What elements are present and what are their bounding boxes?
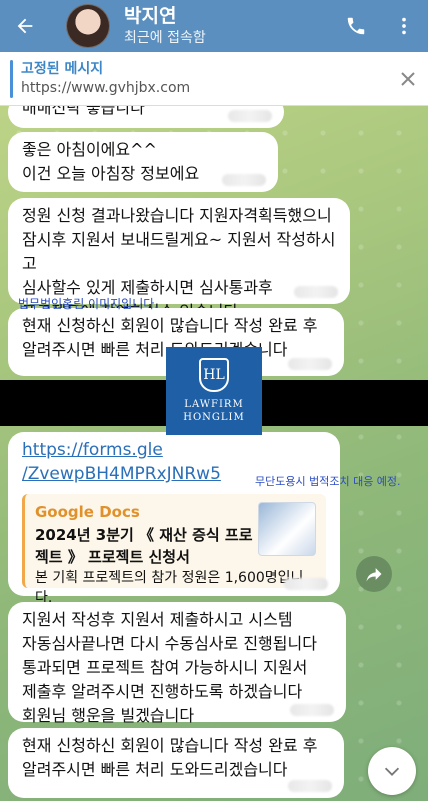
message-time <box>294 286 338 298</box>
contact-status: 최근에 접속함 <box>124 30 206 46</box>
message-time <box>288 358 332 370</box>
link-preview-title: 2024년 3분기 《 재산 증식 프로젝트 》 프로젝트 신청서 <box>35 526 253 566</box>
contact-name: 박지연 <box>124 5 177 27</box>
message-bubble[interactable]: 정원 신청 결과나왔습니다 지원자격획득했으니 잠시후 지원서 보내드릴게요~ … <box>8 198 350 321</box>
more-options-button[interactable] <box>380 0 428 52</box>
more-vert-icon <box>402 17 406 35</box>
lawfirm-line-1: LAWFIRM <box>184 399 244 410</box>
lawfirm-logo: HL LAWFIRM HONGLIM <box>166 347 262 435</box>
share-button[interactable] <box>356 556 392 592</box>
pinned-content: 고정된 메시지 https://www.gvhjbx.com <box>21 60 388 98</box>
chevron-down-icon <box>384 767 400 776</box>
close-icon <box>401 71 415 86</box>
watermark-text: 법무법인홍림 이미지입니다. <box>18 297 159 311</box>
pinned-accent-bar <box>10 59 13 98</box>
pinned-title: 고정된 메시지 <box>21 60 104 77</box>
lawfirm-line-2: HONGLIM <box>183 412 245 423</box>
message-time <box>284 578 328 590</box>
link-preview-thumbnail <box>258 502 316 556</box>
pinned-message[interactable]: 고정된 메시지 https://www.gvhjbx.com <box>0 52 428 106</box>
lawfirm-emblem: HL <box>199 358 229 392</box>
message-bubble[interactable]: 좋은 아침이에요^^ 이건 오늘 아침장 정보에요 <box>8 132 278 192</box>
message-bubble[interactable]: 현재 신청하신 회원이 많습니다 작성 완료 후 알려주시면 빠른 처리 도와드… <box>8 728 344 798</box>
message-text: 현재 신청하신 회원이 많습니다 작성 완료 후 알려주시면 빠른 처리 도와드… <box>22 736 318 779</box>
link-message-bubble[interactable]: https://forms.gle /ZvewpBH4MPRxJNRw5 Goo… <box>8 432 340 606</box>
watermark-text: 무단도용시 법적조치 대응 예정. <box>255 475 401 488</box>
chat-header: 박지연 최근에 접속함 <box>0 0 428 52</box>
message-time <box>222 174 266 186</box>
chat-title[interactable]: 박지연 최근에 접속함 <box>124 5 332 47</box>
call-button[interactable] <box>332 0 380 52</box>
scroll-down-button[interactable] <box>368 747 416 795</box>
share-icon <box>366 568 382 582</box>
pinned-close-button[interactable] <box>388 52 428 106</box>
message-bubble[interactable]: 지원서 작성후 지원서 제출하시고 시스템 자동심사끝나면 다시 수동심사로 진… <box>8 602 346 725</box>
avatar[interactable] <box>66 4 110 48</box>
link-preview[interactable]: Google Docs 2024년 3분기 《 재산 증식 프로젝트 》 프로젝… <box>22 494 326 606</box>
message-text: 지원서 작성후 지원서 제출하시고 시스템 자동심사끝나면 다시 수동심사로 진… <box>22 610 317 725</box>
message-time <box>228 110 272 122</box>
back-arrow-icon <box>17 18 33 34</box>
message-time <box>288 780 332 792</box>
phone-icon <box>347 17 365 35</box>
pinned-body: https://www.gvhjbx.com <box>21 79 191 96</box>
back-button[interactable] <box>0 0 50 52</box>
message-time <box>290 704 334 716</box>
